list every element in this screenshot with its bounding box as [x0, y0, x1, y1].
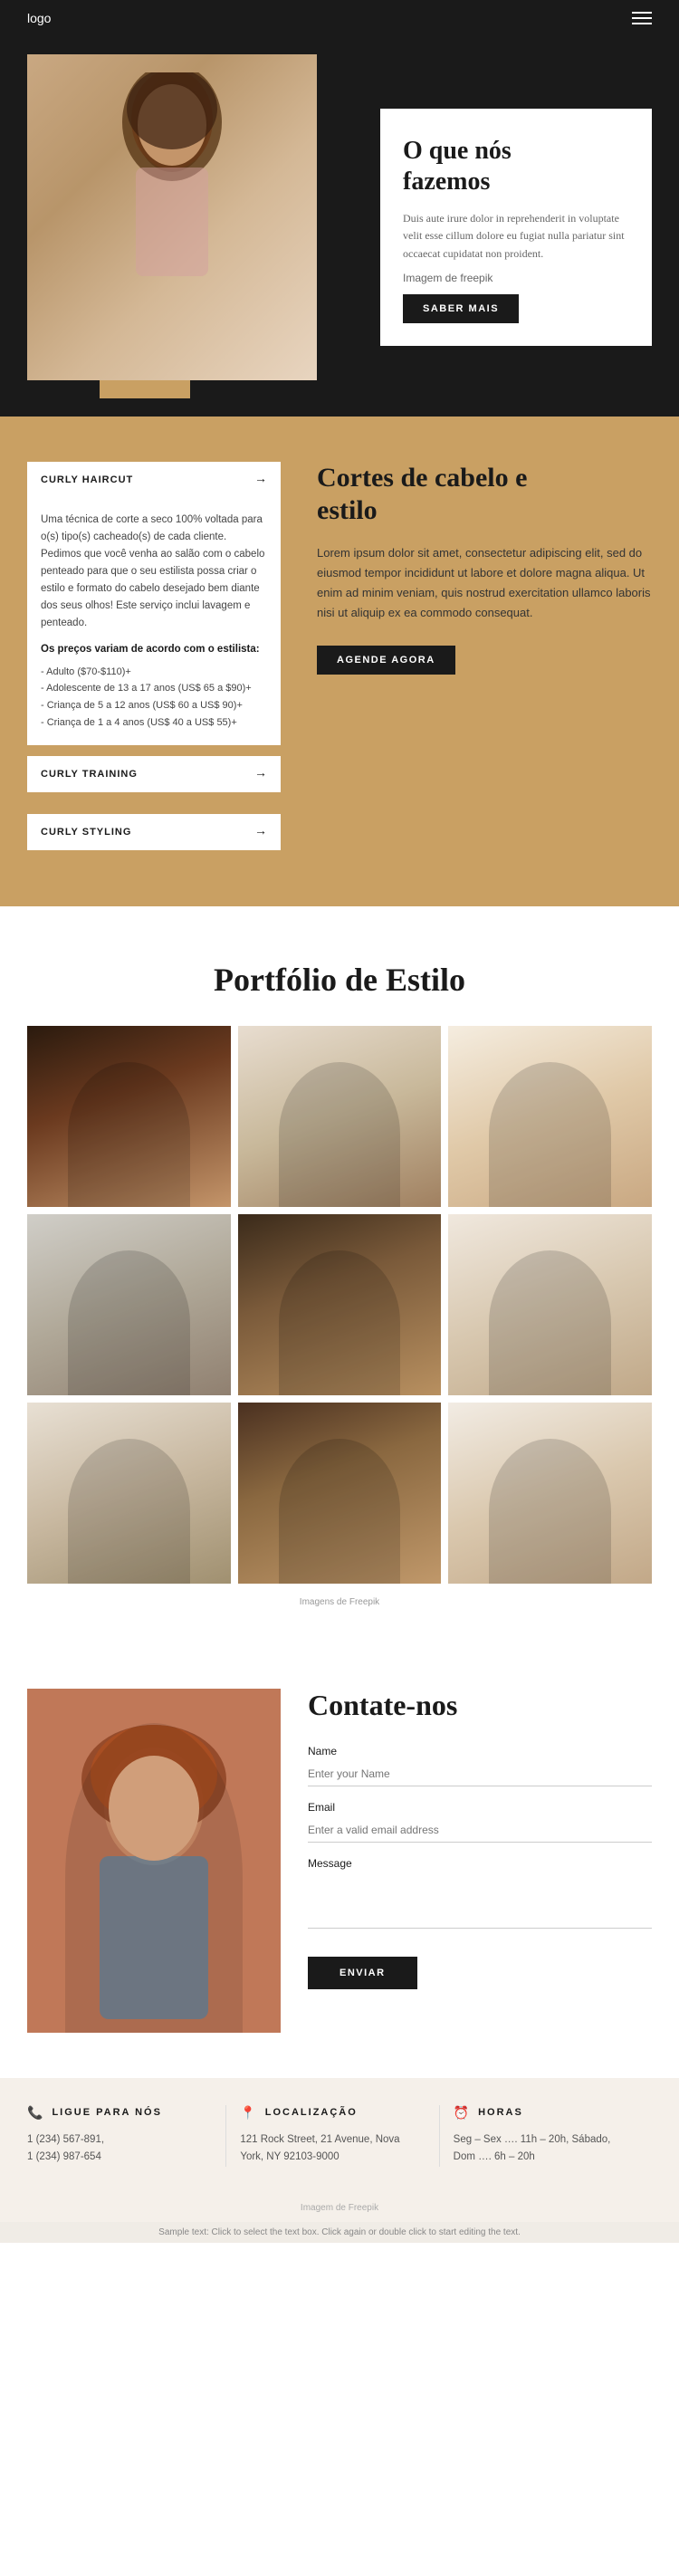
footer-info: 📞 LIGUE PARA NÓS 1 (234) 567-891, 1 (234… [0, 2078, 679, 2194]
contact-person-svg [27, 1689, 281, 2033]
hero-body: Duis aute irure dolor in reprehenderit i… [403, 210, 629, 263]
contact-title: Contate-nos [308, 1689, 652, 1722]
logo: logo [27, 11, 51, 25]
footer-hours-title: ⏰ HORAS [454, 2105, 638, 2121]
hero-freepik-credit: Imagem de freepik [403, 270, 629, 287]
services-title: Cortes de cabelo e estilo [317, 462, 652, 527]
hero-photo [27, 54, 317, 380]
footer-phone-line1: 1 (234) 567-891, [27, 2131, 212, 2150]
message-label: Message [308, 1857, 652, 1870]
portfolio-photo-9 [448, 1403, 652, 1584]
portfolio-freepik-credit: Imagens de Freepik [27, 1597, 652, 1607]
service-tab-training[interactable]: CURLY TRAINING → [27, 756, 281, 792]
footer-location-title: 📍 LOCALIZAÇÃO [240, 2105, 425, 2121]
footer-hours-line1: Seg – Sex …. 11h – 20h, Sábado, [454, 2131, 638, 2150]
service-description-haircut: Uma técnica de corte a seco 100% voltada… [27, 498, 281, 745]
location-icon: 📍 [240, 2105, 257, 2121]
portfolio-grid [27, 1026, 652, 1584]
contact-form-area: Contate-nos Name Email Message ENVIAR [308, 1689, 652, 2033]
service-price-label: Os preços variam de acordo com o estilis… [41, 641, 267, 658]
portfolio-item-7 [27, 1403, 231, 1584]
service-price-list: - Adulto ($70-$110)+ - Adolescente de 13… [41, 664, 267, 732]
footer-location-line2: York, NY 92103-9000 [240, 2149, 425, 2167]
footer-phone-title: 📞 LIGUE PARA NÓS [27, 2105, 212, 2121]
message-input[interactable] [308, 1874, 652, 1929]
portfolio-item-4 [27, 1214, 231, 1395]
hero-title: O que nós fazemos [403, 136, 629, 196]
hero-section: O que nós fazemos Duis aute irure dolor … [0, 36, 679, 417]
contact-image [27, 1689, 281, 2033]
portfolio-item-6 [448, 1214, 652, 1395]
service-tab-haircut[interactable]: CURLY HAIRCUT → [27, 462, 281, 498]
footer-col-hours: ⏰ HORAS Seg – Sex …. 11h – 20h, Sábado, … [440, 2105, 652, 2167]
portfolio-item-2 [238, 1026, 442, 1207]
portfolio-photo-8 [238, 1403, 442, 1584]
portfolio-photo-2 [238, 1026, 442, 1207]
hours-icon: ⏰ [454, 2105, 471, 2121]
price-item-adult: - Adulto ($70-$110)+ [41, 664, 267, 681]
footer-col-location: 📍 LOCALIZAÇÃO 121 Rock Street, 21 Avenue… [226, 2105, 439, 2167]
services-body: Lorem ipsum dolor sit amet, consectetur … [317, 543, 652, 623]
footer-location-line1: 121 Rock Street, 21 Avenue, Nova [240, 2131, 425, 2150]
portfolio-photo-5 [238, 1214, 442, 1395]
portfolio-photo-1 [27, 1026, 231, 1207]
portfolio-photo-3 [448, 1026, 652, 1207]
hero-person-svg [81, 72, 263, 362]
portfolio-item-5 [238, 1214, 442, 1395]
form-group-email: Email [308, 1801, 652, 1843]
name-label: Name [308, 1745, 652, 1757]
services-left-panel: CURLY HAIRCUT → Uma técnica de corte a s… [27, 462, 281, 861]
portfolio-item-1 [27, 1026, 231, 1207]
footer-hours-line2: Dom …. 6h – 20h [454, 2149, 638, 2167]
price-item-child: - Criança de 5 a 12 anos (US$ 60 a US$ 9… [41, 697, 267, 714]
portfolio-item-9 [448, 1403, 652, 1584]
name-input[interactable] [308, 1762, 652, 1786]
portfolio-title: Portfólio de Estilo [27, 961, 652, 999]
form-group-message: Message [308, 1857, 652, 1933]
services-section: CURLY HAIRCUT → Uma técnica de corte a s… [0, 417, 679, 906]
hero-content-box: O que nós fazemos Duis aute irure dolor … [380, 109, 652, 346]
menu-toggle[interactable] [632, 12, 652, 24]
footer-freepik-credit: Imagem de Freepik [0, 2194, 679, 2222]
price-item-teen: - Adolescente de 13 a 17 anos (US$ 65 a … [41, 680, 267, 697]
contact-section: Contate-nos Name Email Message ENVIAR [0, 1643, 679, 2078]
services-cta-button[interactable]: AGENDE AGORA [317, 646, 455, 675]
portfolio-item-3 [448, 1026, 652, 1207]
hero-cta-button[interactable]: SABER MAIS [403, 294, 519, 323]
portfolio-photo-4 [27, 1214, 231, 1395]
email-label: Email [308, 1801, 652, 1814]
price-item-toddler: - Criança de 1 a 4 anos (US$ 40 a US$ 55… [41, 714, 267, 732]
portfolio-photo-6 [448, 1214, 652, 1395]
form-group-name: Name [308, 1745, 652, 1786]
footer-col-phone: 📞 LIGUE PARA NÓS 1 (234) 567-891, 1 (234… [27, 2105, 226, 2167]
hero-image [27, 54, 317, 380]
services-right-panel: Cortes de cabelo e estilo Lorem ipsum do… [317, 462, 652, 861]
send-button[interactable]: ENVIAR [308, 1957, 417, 1989]
email-input[interactable] [308, 1818, 652, 1843]
phone-icon: 📞 [27, 2105, 44, 2121]
service-tab-styling[interactable]: CURLY STYLING → [27, 814, 281, 850]
portfolio-section: Portfólio de Estilo Imagens de Freepik [0, 906, 679, 1643]
site-header: logo [0, 0, 679, 36]
footer-phone-line2: 1 (234) 987-654 [27, 2149, 212, 2167]
sample-watermark: Sample text: Click to select the text bo… [0, 2222, 679, 2243]
portfolio-item-8 [238, 1403, 442, 1584]
portfolio-photo-7 [27, 1403, 231, 1584]
